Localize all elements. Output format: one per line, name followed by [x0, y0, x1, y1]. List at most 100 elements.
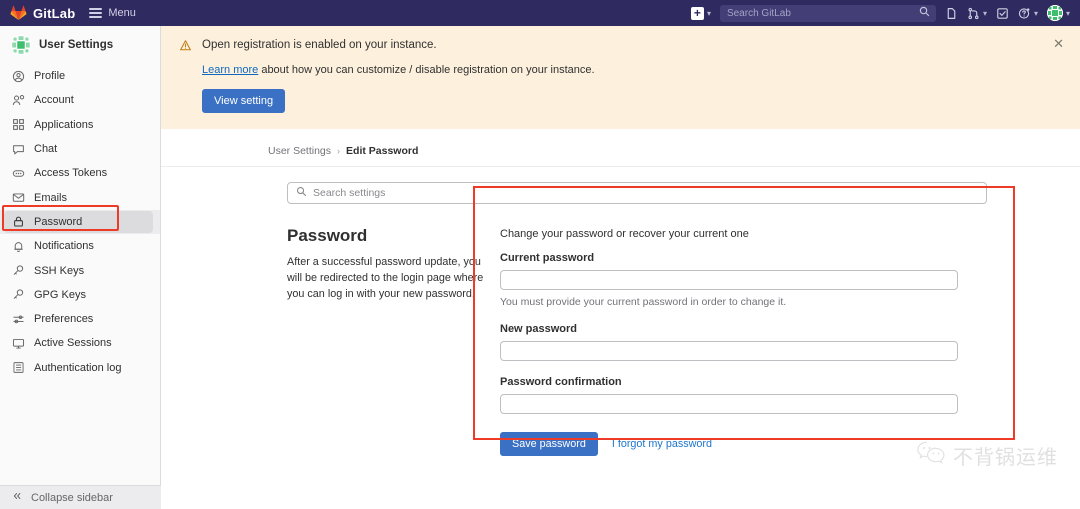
gitlab-tanuki-icon: [10, 5, 27, 20]
top-navbar: GitLab Menu + ▾ Search GitLab ▾ ▾ ▾: [0, 0, 1080, 26]
open-registration-alert: Open registration is enabled on your ins…: [161, 26, 1080, 130]
sidebar-item-label: GPG Keys: [34, 288, 86, 301]
todos-button[interactable]: [996, 7, 1009, 20]
current-password-help: You must provide your current password i…: [500, 296, 787, 309]
create-new-button[interactable]: + ▾: [690, 6, 711, 20]
current-password-input[interactable]: [500, 270, 958, 291]
key-icon: [11, 288, 25, 302]
navbar-right: + ▾ Search GitLab ▾ ▾ ▾: [690, 4, 1070, 22]
view-setting-button[interactable]: View setting: [202, 89, 286, 114]
learn-more-link[interactable]: Learn more: [202, 64, 258, 76]
close-icon[interactable]: ✕: [1053, 37, 1064, 50]
sidebar-item-authentication-log[interactable]: Authentication log: [0, 356, 160, 380]
user-menu-button[interactable]: ▾: [1046, 5, 1070, 21]
lock-icon: [11, 215, 25, 229]
sidebar-item-preferences[interactable]: Preferences: [0, 307, 160, 331]
alert-title: Open registration is enabled on your ins…: [202, 39, 437, 51]
global-search-input[interactable]: Search GitLab: [719, 4, 936, 22]
sidebar-item-profile[interactable]: Profile: [0, 64, 160, 88]
sidebar-item-label: Applications: [34, 118, 94, 131]
issues-button[interactable]: [945, 7, 958, 20]
brand-name: GitLab: [33, 5, 76, 21]
sidebar-item-account[interactable]: Account: [0, 88, 160, 112]
sidebar-item-gpg-keys[interactable]: GPG Keys: [0, 283, 160, 307]
sidebar-item-label: Preferences: [34, 313, 94, 326]
user-circle-icon: [11, 69, 25, 83]
sidebar-item-notifications[interactable]: Notifications: [0, 234, 160, 258]
section-description: Password After a successful password upd…: [287, 226, 500, 456]
sliders-icon: [11, 312, 25, 326]
sidebar-nav-list: Profile Account Applications Chat Access…: [0, 64, 160, 380]
todo-check-icon: [997, 7, 1008, 19]
collapse-sidebar-label: Collapse sidebar: [31, 491, 113, 504]
sidebar-item-label: Account: [34, 94, 74, 107]
chevron-down-icon: ▾: [706, 8, 711, 18]
help-button[interactable]: ▾: [1018, 7, 1038, 20]
merge-request-icon: [968, 7, 979, 19]
save-password-button[interactable]: Save password: [500, 432, 598, 457]
sidebar-item-label: SSH Keys: [34, 264, 85, 277]
password-confirmation-group: Password confirmation: [500, 376, 960, 415]
sidebar-item-applications[interactable]: Applications: [0, 113, 160, 137]
current-password-group: Current password You must provide your c…: [500, 252, 960, 308]
collapse-sidebar-button[interactable]: Collapse sidebar: [0, 485, 161, 509]
warning-triangle-icon: [179, 39, 192, 113]
bell-icon: [11, 239, 25, 253]
plus-square-icon: +: [690, 6, 704, 20]
key-icon: [11, 264, 25, 278]
chevron-double-left-icon: [11, 491, 23, 504]
monitor-icon: [11, 336, 25, 350]
sidebar-header[interactable]: User Settings: [0, 26, 160, 64]
sidebar-item-label: Notifications: [34, 240, 94, 253]
sidebar-item-chat[interactable]: Chat: [0, 137, 160, 161]
section-description-text: After a successful password update, you …: [287, 256, 484, 300]
user-settings-sidebar: User Settings Profile Account Applicatio…: [0, 26, 161, 509]
current-password-label: Current password: [500, 252, 595, 265]
alert-description-rest: about how you can customize / disable re…: [258, 63, 595, 76]
chevron-down-icon: ▾: [1065, 8, 1070, 18]
gitlab-logo[interactable]: GitLab: [10, 5, 75, 21]
search-icon: [919, 4, 930, 22]
account-gear-icon: [11, 93, 25, 107]
search-settings-placeholder: Search settings: [313, 187, 386, 200]
sidebar-item-access-tokens[interactable]: Access Tokens: [0, 161, 160, 185]
sidebar-item-password[interactable]: Password: [0, 209, 160, 235]
main-content: Open registration is enabled on your ins…: [161, 26, 1080, 509]
new-password-group: New password: [500, 323, 960, 362]
forgot-password-link[interactable]: I forgot my password: [612, 438, 712, 450]
breadcrumb-root[interactable]: User Settings: [268, 145, 331, 157]
sidebar-item-ssh-keys[interactable]: SSH Keys: [0, 258, 160, 282]
sidebar-item-label: Active Sessions: [34, 337, 112, 350]
search-icon: [296, 184, 307, 202]
merge-requests-button[interactable]: ▾: [967, 7, 987, 20]
avatar: [11, 35, 31, 55]
sidebar-item-label: Password: [34, 215, 83, 228]
sidebar-item-active-sessions[interactable]: Active Sessions: [0, 331, 160, 355]
settings-content: User Settings › Edit Password Search set…: [161, 129, 1080, 457]
navbar-left: GitLab Menu: [10, 5, 136, 21]
password-form: Change your password or recover your cur…: [500, 226, 960, 457]
breadcrumb-current: Edit Password: [346, 145, 419, 158]
sidebar-item-label: Emails: [34, 191, 68, 204]
chevron-down-icon: ▾: [1033, 8, 1038, 18]
gitlab-user-settings-page: GitLab Menu + ▾ Search GitLab ▾ ▾ ▾ User…: [0, 0, 1080, 509]
sidebar-title: User Settings: [39, 39, 114, 51]
main-menu-button[interactable]: Menu: [89, 7, 136, 19]
password-section: Password After a successful password upd…: [287, 226, 1060, 457]
search-settings-input[interactable]: Search settings: [287, 182, 987, 205]
chevron-down-icon: ▾: [982, 8, 987, 18]
sidebar-item-emails[interactable]: Emails: [0, 185, 160, 209]
alert-row: Open registration is enabled on your ins…: [179, 38, 1066, 114]
sidebar-item-label: Chat: [34, 143, 58, 156]
issues-icon: [947, 7, 956, 19]
form-heading: Change your password or recover your cur…: [500, 228, 749, 241]
menu-label: Menu: [108, 7, 136, 19]
password-confirmation-input[interactable]: [500, 394, 958, 415]
search-placeholder: Search GitLab: [726, 7, 791, 19]
alert-description: Learn more about how you can customize /…: [202, 63, 1066, 77]
sidebar-item-label: Access Tokens: [34, 167, 108, 180]
new-password-input[interactable]: [500, 341, 958, 362]
hamburger-icon: [89, 8, 103, 18]
applications-grid-icon: [11, 118, 25, 132]
sidebar-item-label: Authentication log: [34, 361, 122, 374]
